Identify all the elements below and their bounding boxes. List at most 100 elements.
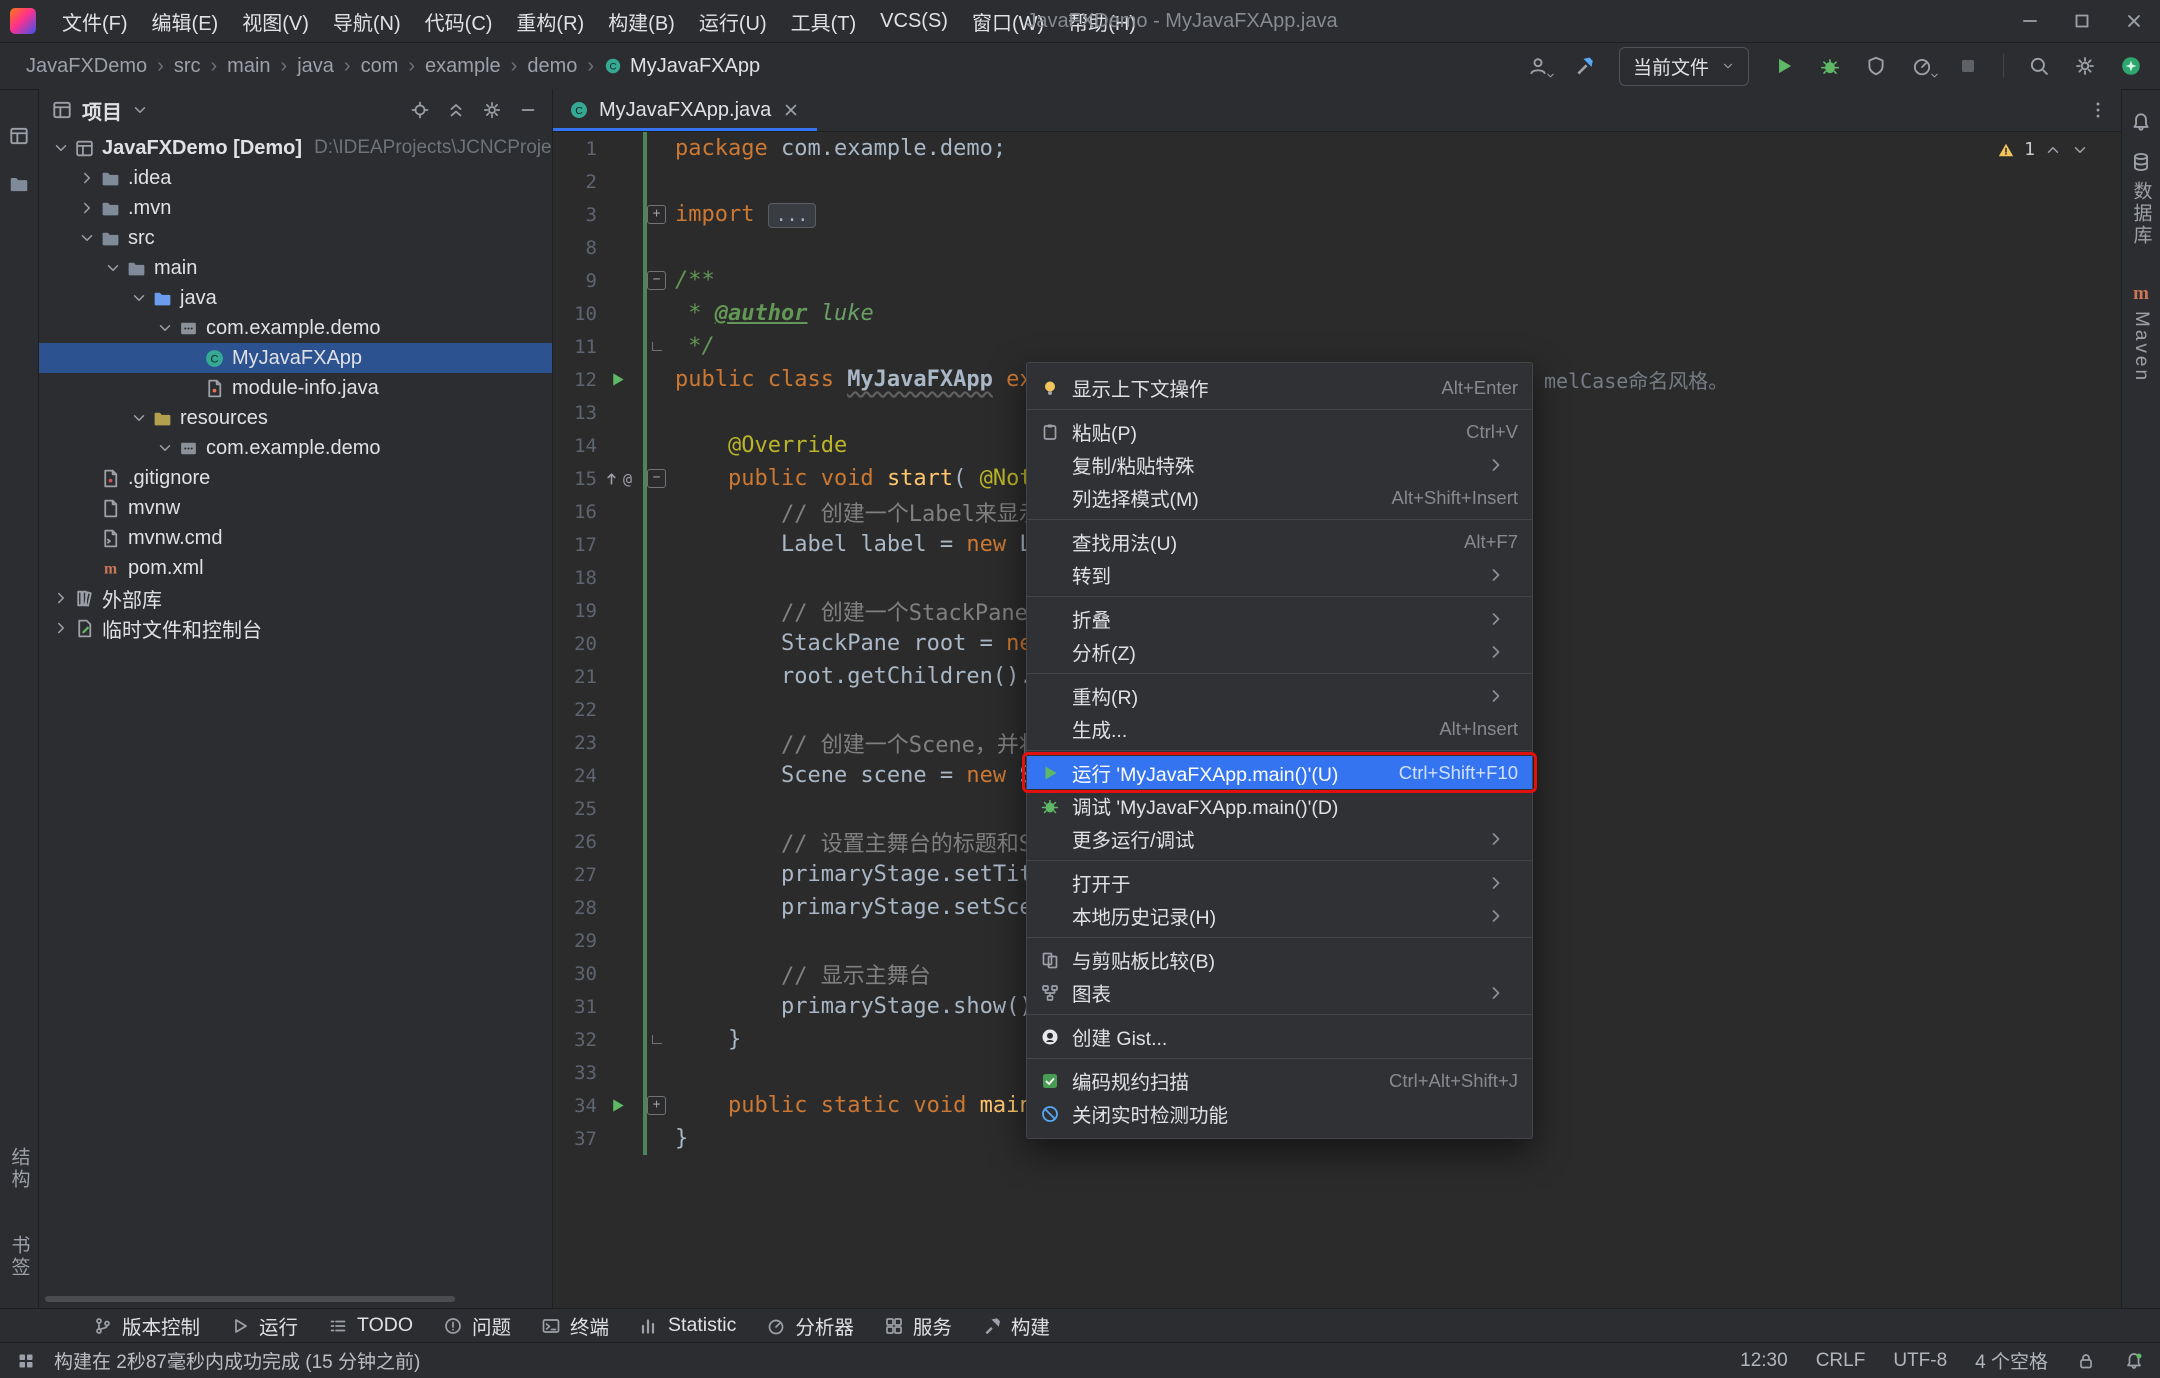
horizontal-scrollbar[interactable] xyxy=(45,1296,455,1302)
database-toolwindow-button[interactable]: 数据库 xyxy=(2128,181,2155,247)
build-project-button[interactable] xyxy=(1565,48,1603,84)
chevron-right-icon[interactable] xyxy=(49,589,73,607)
override-gutter-icon[interactable] xyxy=(602,469,621,488)
editor-tab[interactable]: C MyJavaFXApp.java xyxy=(553,89,817,131)
tree-item[interactable]: mvnw.cmd xyxy=(39,523,552,553)
menu-item[interactable]: VCS(S) xyxy=(868,0,960,42)
coverage-button[interactable] xyxy=(1857,48,1895,84)
breadcrumb-item[interactable]: example xyxy=(425,55,501,78)
context-menu-item[interactable]: 复制/粘贴特殊 xyxy=(1027,448,1532,481)
menu-item[interactable]: 运行(U) xyxy=(687,0,779,42)
menu-item[interactable]: 导航(N) xyxy=(321,0,413,42)
context-menu-item[interactable]: 转到 xyxy=(1027,558,1532,591)
tree-item[interactable]: mpom.xml xyxy=(39,553,552,583)
chevron-down-icon[interactable] xyxy=(131,101,149,119)
menu-item[interactable]: 构建(B) xyxy=(596,0,687,42)
context-menu-item[interactable]: 创建 Gist... xyxy=(1027,1020,1532,1053)
breadcrumb-item[interactable]: CMyJavaFXApp xyxy=(604,55,760,78)
tree-item[interactable]: java xyxy=(39,283,552,313)
menu-item[interactable]: 重构(R) xyxy=(504,0,596,42)
chevron-down-icon[interactable] xyxy=(49,139,73,157)
context-menu-item[interactable]: 列选择模式(M)Alt+Shift+Insert xyxy=(1027,481,1532,514)
lock-icon[interactable] xyxy=(2076,1351,2096,1371)
chevron-down-icon[interactable] xyxy=(127,289,151,307)
status-item[interactable]: UTF-8 xyxy=(1893,1350,1947,1372)
stop-button[interactable] xyxy=(1949,48,1987,84)
tree-item[interactable]: .mvn xyxy=(39,193,552,223)
tree-item[interactable]: CMyJavaFXApp xyxy=(39,343,552,373)
chevron-right-icon[interactable] xyxy=(49,619,73,637)
run-gutter-icon[interactable] xyxy=(608,370,627,389)
chevron-right-icon[interactable] xyxy=(75,169,99,187)
context-menu-item[interactable]: 运行 'MyJavaFXApp.main()'(U)Ctrl+Shift+F10 xyxy=(1027,756,1532,789)
chevron-down-icon[interactable] xyxy=(153,439,177,457)
more-options-icon[interactable] xyxy=(2087,99,2109,121)
debug-button[interactable] xyxy=(1811,48,1849,84)
inspections-widget[interactable]: 1 xyxy=(1997,139,2089,160)
commit-toolwindow-icon[interactable] xyxy=(8,173,30,195)
run-button[interactable] xyxy=(1765,48,1803,84)
project-toolwindow-icon[interactable] xyxy=(8,125,30,147)
tree-item[interactable]: 临时文件和控制台 xyxy=(39,613,552,643)
toolwindow-switcher-icon[interactable] xyxy=(16,1351,36,1371)
toolwindow-button[interactable]: 构建 xyxy=(967,1309,1065,1342)
project-panel-title[interactable]: 项目 xyxy=(82,96,122,125)
chevron-down-icon[interactable] xyxy=(153,319,177,337)
breadcrumb-item[interactable]: main xyxy=(227,55,270,78)
toolwindow-button[interactable]: 版本控制 xyxy=(78,1309,215,1342)
panel-settings-icon[interactable] xyxy=(482,100,502,120)
code-line[interactable]: 11 */ xyxy=(553,330,2121,363)
run-config-selector[interactable]: 当前文件 xyxy=(1619,47,1749,86)
toolwindow-button[interactable]: 服务 xyxy=(869,1309,967,1342)
toolwindow-button[interactable]: 分析器 xyxy=(751,1309,869,1342)
code-line[interactable]: 2 xyxy=(553,165,2121,198)
chevron-down-icon[interactable] xyxy=(127,409,151,427)
context-menu-item[interactable]: 查找用法(U)Alt+F7 xyxy=(1027,525,1532,558)
bookmarks-toolwindow-button[interactable]: 书签 xyxy=(6,1235,33,1279)
breadcrumb-item[interactable]: demo xyxy=(527,55,577,78)
code-line[interactable]: 10 * @author luke xyxy=(553,297,2121,330)
context-menu-item[interactable]: 更多运行/调试 xyxy=(1027,822,1532,855)
minimize-button[interactable] xyxy=(2004,0,2056,42)
context-menu-item[interactable]: 显示上下文操作Alt+Enter xyxy=(1027,371,1532,404)
database-icon[interactable] xyxy=(2130,151,2152,173)
breadcrumb-item[interactable]: java xyxy=(297,55,334,78)
context-menu-item[interactable]: 重构(R) xyxy=(1027,679,1532,712)
status-item[interactable]: 4 个空格 xyxy=(1975,1347,2048,1374)
tree-item[interactable]: .gitignore xyxy=(39,463,552,493)
chevron-down-icon[interactable] xyxy=(101,259,125,277)
locate-file-icon[interactable] xyxy=(410,100,430,120)
tree-item[interactable]: module-info.java xyxy=(39,373,552,403)
fold-marker[interactable]: + xyxy=(647,1096,666,1115)
profiler-button[interactable] xyxy=(1903,48,1941,84)
assistant-plugin-button[interactable] xyxy=(2112,48,2150,84)
menu-item[interactable]: 工具(T) xyxy=(779,0,869,42)
tree-item[interactable]: com.example.demo xyxy=(39,313,552,343)
toolwindow-button[interactable]: TODO xyxy=(313,1309,428,1342)
maximize-button[interactable] xyxy=(2056,0,2108,42)
context-menu-item[interactable]: 分析(Z) xyxy=(1027,635,1532,668)
code-line[interactable]: 9−/** xyxy=(553,264,2121,297)
fold-marker[interactable]: − xyxy=(647,271,666,290)
menu-item[interactable]: 代码(C) xyxy=(413,0,505,42)
breadcrumb-item[interactable]: src xyxy=(174,55,201,78)
status-item[interactable]: CRLF xyxy=(1816,1350,1866,1372)
context-menu-item[interactable]: 折叠 xyxy=(1027,602,1532,635)
context-menu-item[interactable]: 与剪贴板比较(B) xyxy=(1027,943,1532,976)
close-tab-icon[interactable] xyxy=(781,100,801,120)
chevron-down-icon[interactable] xyxy=(75,229,99,247)
prev-warning-icon[interactable] xyxy=(2044,141,2062,159)
code-line[interactable]: 8 xyxy=(553,231,2121,264)
tree-item[interactable]: mvnw xyxy=(39,493,552,523)
tree-item[interactable]: .idea xyxy=(39,163,552,193)
fold-marker[interactable]: + xyxy=(647,205,666,224)
fold-marker[interactable]: − xyxy=(647,469,666,488)
search-everywhere-button[interactable] xyxy=(2020,48,2058,84)
tree-item[interactable]: JavaFXDemo [Demo]D:\IDEAProjects\JCNCPro… xyxy=(39,133,552,163)
code-line[interactable]: 3+import ... xyxy=(553,198,2121,231)
notification-icon[interactable] xyxy=(2124,1351,2144,1371)
close-button[interactable] xyxy=(2108,0,2160,42)
run-gutter-icon[interactable] xyxy=(608,1096,627,1115)
menu-item[interactable]: 编辑(E) xyxy=(140,0,231,42)
context-menu-item[interactable]: 关闭实时检测功能 xyxy=(1027,1097,1532,1130)
